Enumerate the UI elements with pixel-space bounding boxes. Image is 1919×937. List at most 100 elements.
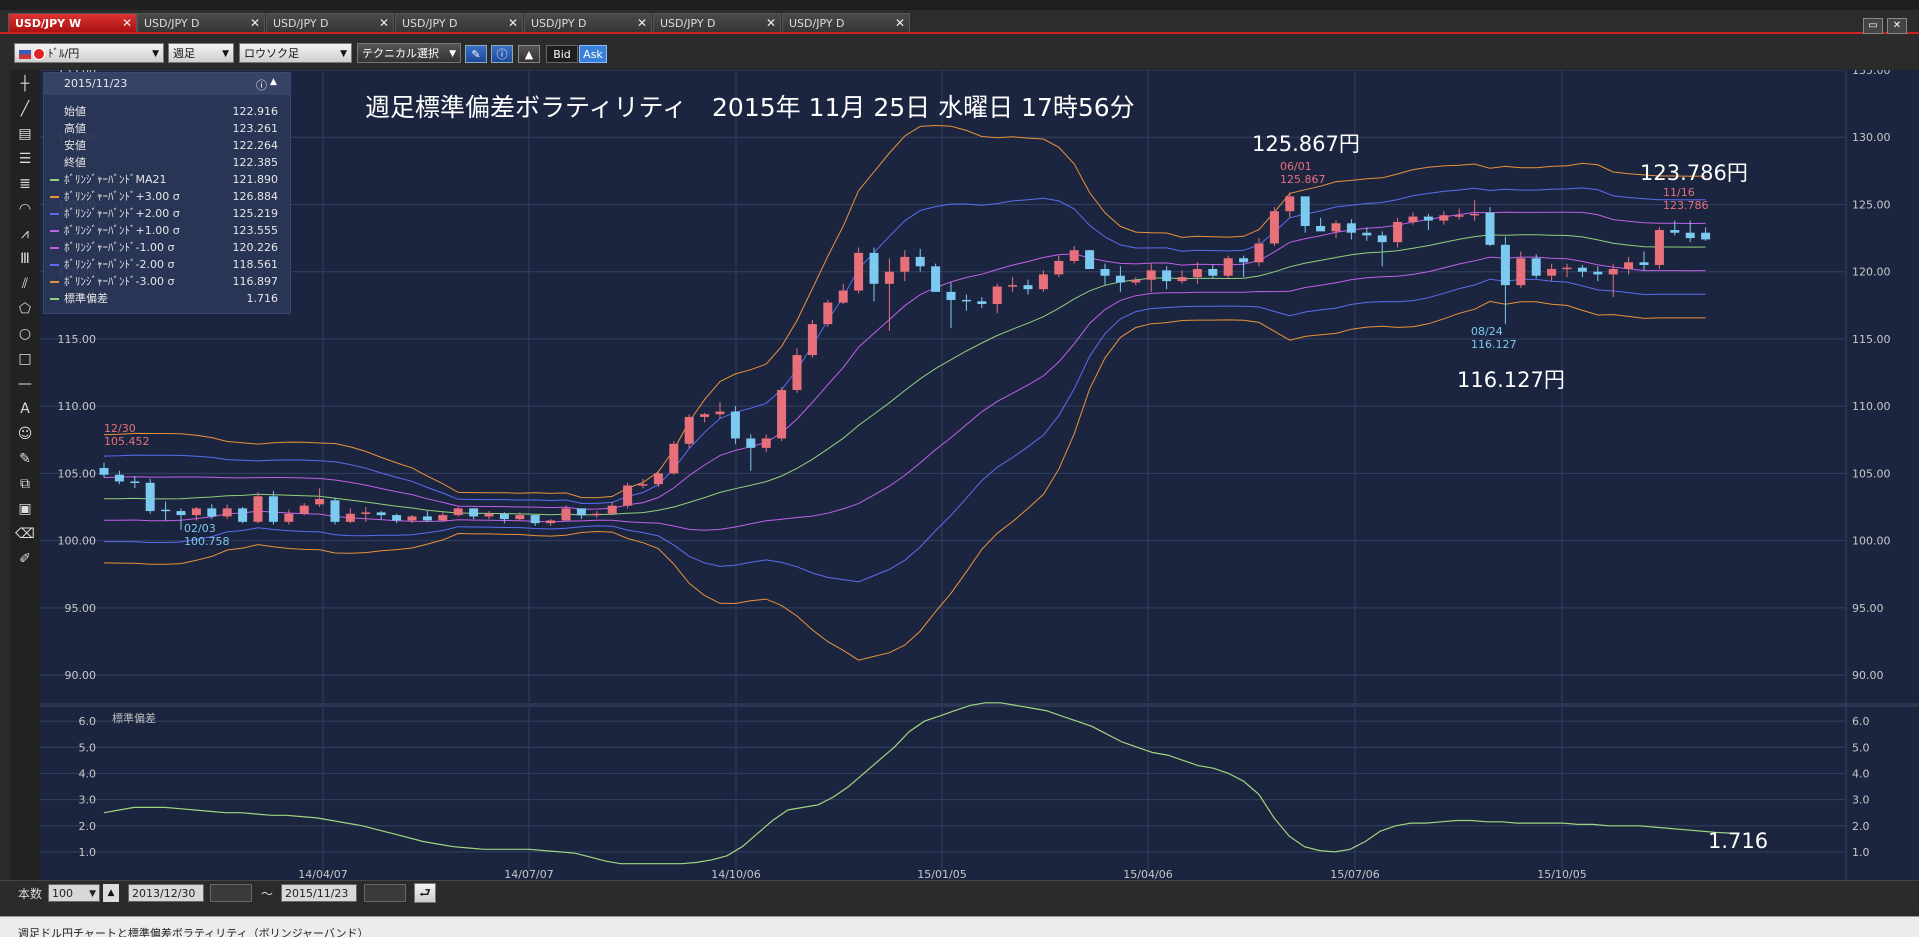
chevron-down-icon: ▼ (152, 49, 159, 59)
first-value: 105.452 (104, 435, 150, 448)
candle-body (1285, 196, 1295, 212)
stepper-up-icon[interactable]: ▲ (103, 884, 119, 902)
candle-body (207, 508, 217, 517)
info-value: 120.226 (232, 241, 279, 254)
period-select[interactable]: 週足 ▼ (168, 43, 234, 63)
candle (684, 414, 694, 448)
candle-body (900, 256, 910, 272)
y-tick-left: 110.00 (58, 400, 97, 413)
close-tab-icon[interactable]: ✕ (766, 14, 776, 33)
candle-body (1423, 216, 1433, 221)
series-swatch (50, 196, 59, 198)
emoji-icon[interactable]: ☺ (12, 423, 38, 445)
last-date: 11/16 (1663, 186, 1695, 199)
paint-icon[interactable]: ✎ (12, 448, 38, 470)
info-value: 123.261 (232, 122, 279, 135)
candle-body (315, 498, 325, 505)
series-swatch (50, 281, 59, 283)
line-icon[interactable]: ╱ (12, 98, 38, 120)
info-value: 118.561 (232, 258, 279, 271)
info-row: 安値 122.264 (44, 137, 290, 154)
chart-style-label: ロウソク足 (244, 47, 299, 60)
text-icon[interactable]: A (12, 398, 38, 420)
close-tab-icon[interactable]: ✕ (250, 14, 260, 33)
to-date-input[interactable]: 2015/11/23 (281, 884, 357, 902)
candle-body (1192, 269, 1202, 278)
candle-body (1408, 216, 1418, 222)
count-input[interactable]: 100 ▼ (48, 884, 100, 902)
tab-2[interactable]: USD/JPY D ✕ (266, 13, 394, 32)
close-tab-icon[interactable]: ✕ (637, 14, 647, 33)
trend-channel-icon[interactable]: ⫽ (12, 273, 38, 295)
candle-body (499, 513, 509, 520)
eraser-icon[interactable]: ⌫ (12, 523, 38, 545)
x-tick-label: 15/01/05 (917, 868, 966, 880)
info-icon[interactable]: ⓘ (256, 77, 267, 93)
info-row: ﾎﾞﾘﾝｼﾞｬｰﾊﾞﾝﾄﾞMA21 121.890 (44, 171, 290, 188)
from-date: 2013/12/30 (132, 887, 196, 900)
chevron-down-icon: ▼ (89, 889, 96, 899)
ask-label: Ask (583, 48, 603, 61)
candle (1485, 207, 1495, 247)
polygon-icon[interactable]: ⬠ (12, 298, 38, 320)
circle-icon[interactable]: ○ (12, 323, 38, 345)
info-icon[interactable]: ⓘ (491, 45, 513, 63)
info-row: ﾎﾞﾘﾝｼﾞｬｰﾊﾞﾝﾄﾞ+2.00 σ 125.219 (44, 205, 290, 222)
restore-icon[interactable]: ▭ (1863, 18, 1883, 34)
close-tab-icon[interactable]: ✕ (122, 14, 132, 33)
y-tick-right: 90.00 (1852, 669, 1884, 682)
ask-button[interactable]: Ask (579, 45, 607, 63)
tab-4[interactable]: USD/JPY D ✕ (524, 13, 652, 32)
vertical-lines-icon[interactable]: Ⅲ (12, 248, 38, 270)
fibonacci-icon[interactable]: ≣ (12, 173, 38, 195)
chart-style-select[interactable]: ロウソク足 ▼ (239, 43, 352, 63)
candle-body (1577, 267, 1587, 272)
candle-body (1485, 212, 1495, 245)
period-label: 週足 (173, 47, 195, 60)
tab-0[interactable]: USD/JPY W ✕ (8, 13, 137, 32)
tab-label: USD/JPY D (531, 17, 587, 30)
sd-tick-right: 2.0 (1852, 820, 1870, 833)
brush-icon[interactable]: ✐ (12, 548, 38, 570)
candle (807, 320, 817, 358)
candle-body (453, 508, 463, 516)
area-chart-icon[interactable]: ▲ (518, 45, 540, 63)
technical-select[interactable]: テクニカル選択 ▼ (357, 43, 461, 63)
tab-5[interactable]: USD/JPY D ✕ (653, 13, 781, 32)
tab-3[interactable]: USD/JPY D ✕ (395, 13, 523, 32)
chart-area[interactable]: 90.00 90.00 95.00 95.00 100.00 100.00 105.00 10… (40, 70, 1919, 880)
from-date-input[interactable]: 2013/12/30 (128, 884, 204, 902)
arc-icon[interactable]: ◠ (12, 198, 38, 220)
to-time-input[interactable] (364, 884, 406, 902)
currency-pair-select[interactable]: ﾄﾞﾙ/円 ▼ (14, 43, 164, 63)
candle-body (946, 291, 956, 300)
y-tick-right: 110.00 (1852, 400, 1891, 413)
rectangle-icon[interactable]: □ (12, 348, 38, 370)
tab-6[interactable]: USD/JPY D ✕ (782, 13, 910, 32)
collapse-icon[interactable]: ▲ (270, 77, 277, 87)
info-row: 始値 122.916 (44, 103, 290, 120)
candle-body (1239, 258, 1249, 263)
close-icon[interactable]: ✕ (1887, 18, 1907, 34)
chevron-down-icon: ▼ (340, 49, 347, 59)
bid-button[interactable]: Bid (546, 45, 578, 63)
camera-icon[interactable]: ▣ (12, 498, 38, 520)
pen-icon[interactable]: ✎ (465, 45, 487, 63)
close-tab-icon[interactable]: ✕ (508, 14, 518, 33)
close-tab-icon[interactable]: ✕ (379, 14, 389, 33)
info-value: 122.916 (232, 105, 279, 118)
fan-icon[interactable]: ⩘ (12, 223, 38, 245)
crosshair-icon[interactable]: ┼ (12, 73, 38, 95)
from-time-input[interactable] (210, 884, 252, 902)
ruler-icon[interactable]: ▤ (12, 123, 38, 145)
candle-body (1439, 215, 1449, 221)
currency-pair-label: ﾄﾞﾙ/円 (48, 47, 80, 60)
series-swatch (50, 213, 59, 215)
horizontal-line-icon[interactable]: — (12, 373, 38, 395)
candle-body (1685, 232, 1695, 239)
apply-return-icon[interactable]: ⮐ (414, 883, 436, 903)
horizontal-lines-icon[interactable]: ☰ (12, 148, 38, 170)
close-tab-icon[interactable]: ✕ (895, 14, 905, 33)
copy-icon[interactable]: ⧉ (12, 473, 38, 495)
tab-1[interactable]: USD/JPY D ✕ (137, 13, 265, 32)
